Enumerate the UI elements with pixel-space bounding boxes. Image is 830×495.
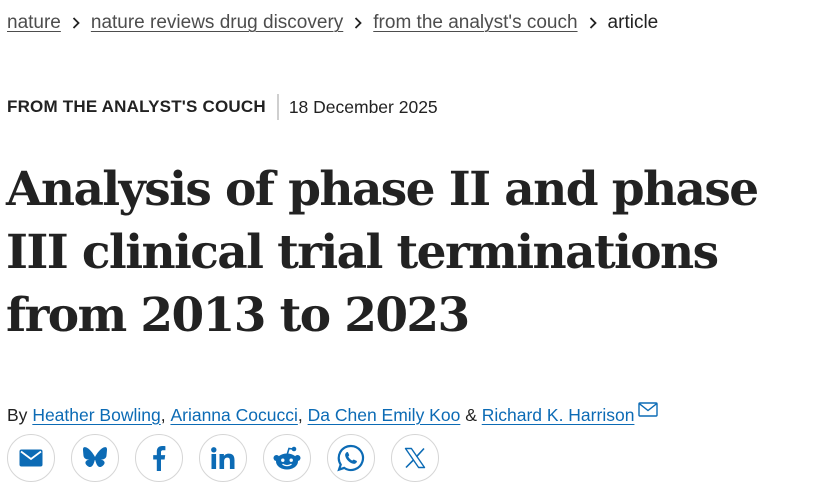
author-list: By Heather Bowling, Arianna Cocucci, Da … — [7, 402, 659, 428]
author-link[interactable]: Richard K. Harrison — [482, 405, 635, 426]
chevron-right-icon — [578, 13, 608, 33]
breadcrumb-current: article — [607, 12, 659, 33]
whatsapp-icon — [337, 444, 365, 472]
share-whatsapp-button[interactable] — [327, 434, 375, 482]
publication-date: 18 December 2025 — [288, 96, 438, 117]
meta-divider — [276, 94, 279, 120]
envelope-icon[interactable] — [638, 402, 659, 418]
author-separator: , — [297, 404, 308, 425]
share-bluesky-button[interactable] — [71, 434, 119, 482]
by-label: By — [7, 404, 28, 425]
breadcrumb-link-journal[interactable]: nature reviews drug discovery — [91, 12, 343, 34]
x-icon — [404, 447, 426, 469]
breadcrumb: nature nature reviews drug discovery fro… — [7, 10, 658, 36]
page-title: Analysis of phase II and phase III clini… — [6, 162, 759, 343]
article-meta: FROM THE ANALYST'S COUCH 18 December 202… — [7, 94, 438, 120]
author-link[interactable]: Heather Bowling — [32, 405, 160, 426]
linkedin-icon — [211, 447, 235, 469]
author-link[interactable]: Arianna Cocucci — [170, 405, 297, 426]
author-separator: & — [460, 404, 482, 425]
author-link[interactable]: Da Chen Emily Koo — [308, 405, 461, 426]
facebook-icon — [152, 445, 166, 471]
article-type-label: FROM THE ANALYST'S COUCH — [7, 97, 266, 116]
chevron-right-icon — [61, 13, 91, 33]
share-email-button[interactable] — [7, 434, 55, 482]
reddit-icon — [273, 446, 301, 470]
share-buttons — [7, 434, 439, 482]
share-facebook-button[interactable] — [135, 434, 183, 482]
author-separator: , — [160, 404, 171, 425]
share-linkedin-button[interactable] — [199, 434, 247, 482]
chevron-right-icon — [343, 13, 373, 33]
share-reddit-button[interactable] — [263, 434, 311, 482]
email-icon — [19, 449, 43, 467]
breadcrumb-link-nature[interactable]: nature — [7, 12, 61, 34]
breadcrumb-link-section[interactable]: from the analyst's couch — [373, 12, 577, 34]
bluesky-icon — [83, 447, 107, 469]
share-x-button[interactable] — [391, 434, 439, 482]
